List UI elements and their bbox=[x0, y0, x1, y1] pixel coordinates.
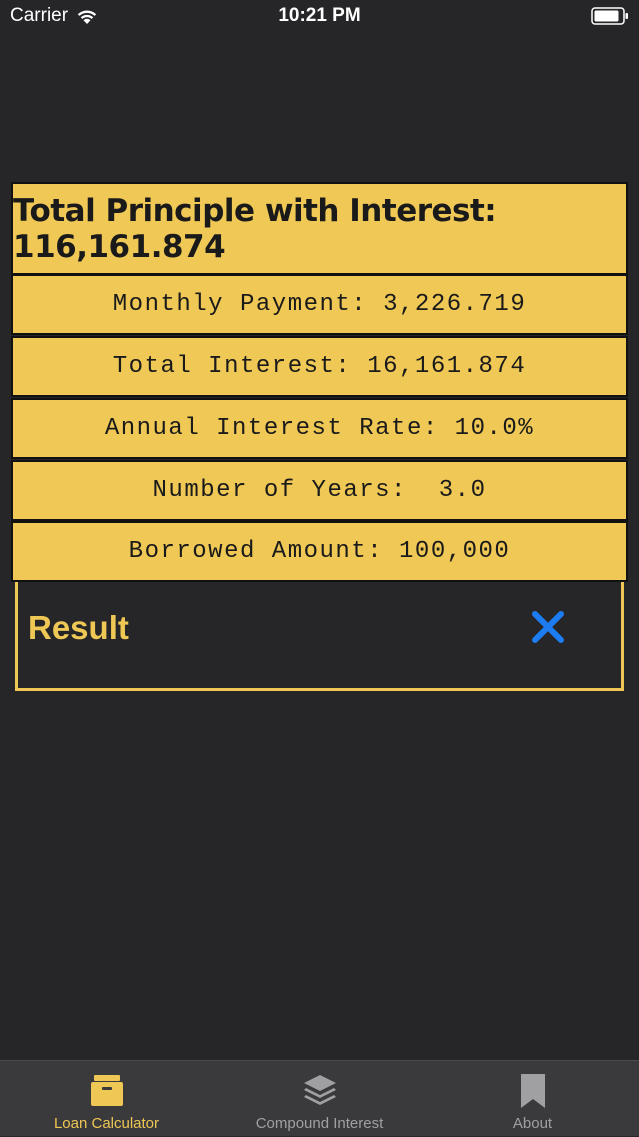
monthly-payment-card: Monthly Payment: 3,226.719 bbox=[11, 274, 628, 335]
tab-label: About bbox=[512, 1115, 553, 1132]
archive-box-icon bbox=[90, 1075, 123, 1106]
battery-icon bbox=[591, 7, 628, 25]
tab-loan-calculator[interactable]: Loan Calculator bbox=[0, 1061, 213, 1137]
total-principle-card: Total Principle with Interest: 116,161.8… bbox=[11, 182, 628, 275]
status-bar: Carrier 10:21 PM bbox=[0, 0, 639, 34]
tab-bar: Loan Calculator Compound Interest About bbox=[0, 1060, 639, 1136]
result-title: Result bbox=[28, 609, 129, 646]
result-panel: Result bbox=[15, 581, 624, 691]
close-icon[interactable] bbox=[528, 607, 568, 647]
tab-compound-interest[interactable]: Compound Interest bbox=[213, 1061, 426, 1137]
clock: 10:21 PM bbox=[278, 5, 361, 26]
tab-label: Loan Calculator bbox=[53, 1115, 160, 1132]
annual-rate-card: Annual Interest Rate: 10.0% bbox=[11, 398, 628, 459]
bookmark-icon bbox=[520, 1074, 545, 1108]
layers-icon bbox=[303, 1075, 336, 1105]
tab-about[interactable]: About bbox=[426, 1061, 639, 1137]
tab-label: Compound Interest bbox=[255, 1115, 384, 1132]
total-interest-card: Total Interest: 16,161.874 bbox=[11, 336, 628, 397]
borrowed-amount-card: Borrowed Amount: 100,000 bbox=[11, 521, 628, 582]
years-card: Number of Years: 3.0 bbox=[11, 460, 628, 521]
